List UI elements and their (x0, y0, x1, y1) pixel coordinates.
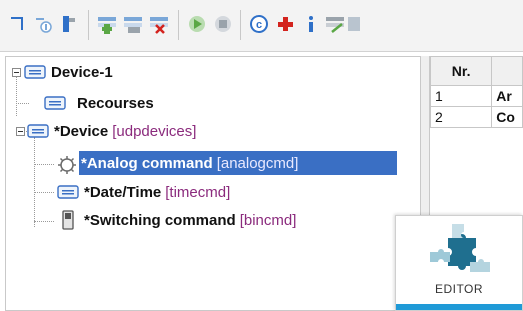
toolbar-separator (240, 10, 241, 40)
tree-line (34, 164, 54, 165)
puzzle-pieces-icon (426, 222, 492, 287)
tree-node-switching[interactable]: *Switching command [bincmd] (84, 208, 296, 232)
svg-text:c: c (256, 19, 262, 31)
tree-node-label: *Analog command (81, 154, 213, 172)
collapse-tree-icon[interactable] (6, 12, 28, 36)
add-red-icon[interactable] (274, 12, 296, 36)
more-icon[interactable] (346, 12, 360, 36)
tree-node-label: *Device (54, 122, 109, 140)
editor-tile[interactable]: EDITOR (395, 215, 523, 311)
table-row[interactable]: 2 Co (429, 106, 523, 128)
new-item-icon[interactable] (32, 12, 54, 36)
tree-node-datetime[interactable]: *Date/Time [timecmd] (84, 180, 230, 204)
analog-gauge-icon (57, 155, 77, 180)
column-header-name[interactable] (491, 56, 523, 86)
tree-node-label: *Switching command (84, 211, 236, 229)
cell-name[interactable]: Co (491, 106, 523, 128)
tree-node-label-wrap: *Analog command [analogcmd] (81, 155, 298, 172)
device-icon (27, 124, 49, 143)
tree-node-label-wrap: *Switching command [bincmd] (84, 212, 296, 229)
edit-row-icon[interactable] (122, 12, 144, 36)
tree-node-analog-command[interactable]: *Analog command [analogcmd] (79, 151, 397, 175)
tree-node-label: *Date/Time (84, 183, 162, 201)
tree-node-resources[interactable]: Recourses (77, 91, 154, 115)
run-icon[interactable] (186, 12, 208, 36)
collapse-toggle-device[interactable] (16, 127, 25, 136)
info-icon[interactable] (300, 12, 322, 36)
switch-icon (62, 210, 74, 235)
device-icon (24, 65, 46, 84)
table-row[interactable]: 1 Ar (429, 85, 523, 107)
cell-nr[interactable]: 1 (429, 85, 493, 107)
toolbar-separator (88, 10, 89, 40)
toolbar: c (0, 0, 523, 52)
tree-line (16, 103, 29, 104)
toolbar-separator (178, 10, 179, 40)
tree-node-label: Recourses (77, 94, 154, 112)
tree-node-type: [udpdevices] (112, 122, 197, 140)
stop-icon[interactable] (212, 12, 234, 36)
copyright-icon[interactable]: c (248, 12, 270, 36)
grid-header-row: Nr. (429, 56, 523, 86)
tree-node-type: [analogcmd] (216, 154, 299, 172)
device-icon (57, 185, 79, 204)
device-tree: Device-1 Recourses *Device [udpdevices] *… (5, 56, 420, 311)
grid-table: Nr. 1 Ar 2 Co (429, 56, 523, 128)
tree-line (34, 192, 54, 193)
tree-node-root[interactable]: Device-1 (51, 60, 113, 84)
device-icon (44, 96, 66, 115)
collapse-toggle-root[interactable] (12, 68, 21, 77)
column-header-nr[interactable]: Nr. (429, 56, 493, 86)
export-icon[interactable] (324, 12, 346, 36)
clipboard-icon[interactable] (58, 12, 80, 36)
delete-row-icon[interactable] (148, 12, 170, 36)
tree-line (16, 73, 17, 116)
cell-name[interactable]: Ar (491, 85, 523, 107)
tree-node-device[interactable]: *Device [udpdevices] (54, 119, 196, 143)
cell-nr[interactable]: 2 (429, 106, 493, 128)
tree-line (34, 137, 35, 227)
tree-node-label-wrap: *Date/Time [timecmd] (84, 184, 230, 201)
editor-accent-bar (396, 304, 522, 310)
tree-node-type: [bincmd] (239, 211, 297, 229)
tree-node-label: Device-1 (51, 63, 113, 81)
tree-line (34, 221, 54, 222)
add-row-icon[interactable] (96, 12, 118, 36)
editor-caption: EDITOR (434, 282, 484, 296)
tree-node-label-wrap: *Device [udpdevices] (54, 123, 196, 140)
tree-node-type: [timecmd] (165, 183, 231, 201)
